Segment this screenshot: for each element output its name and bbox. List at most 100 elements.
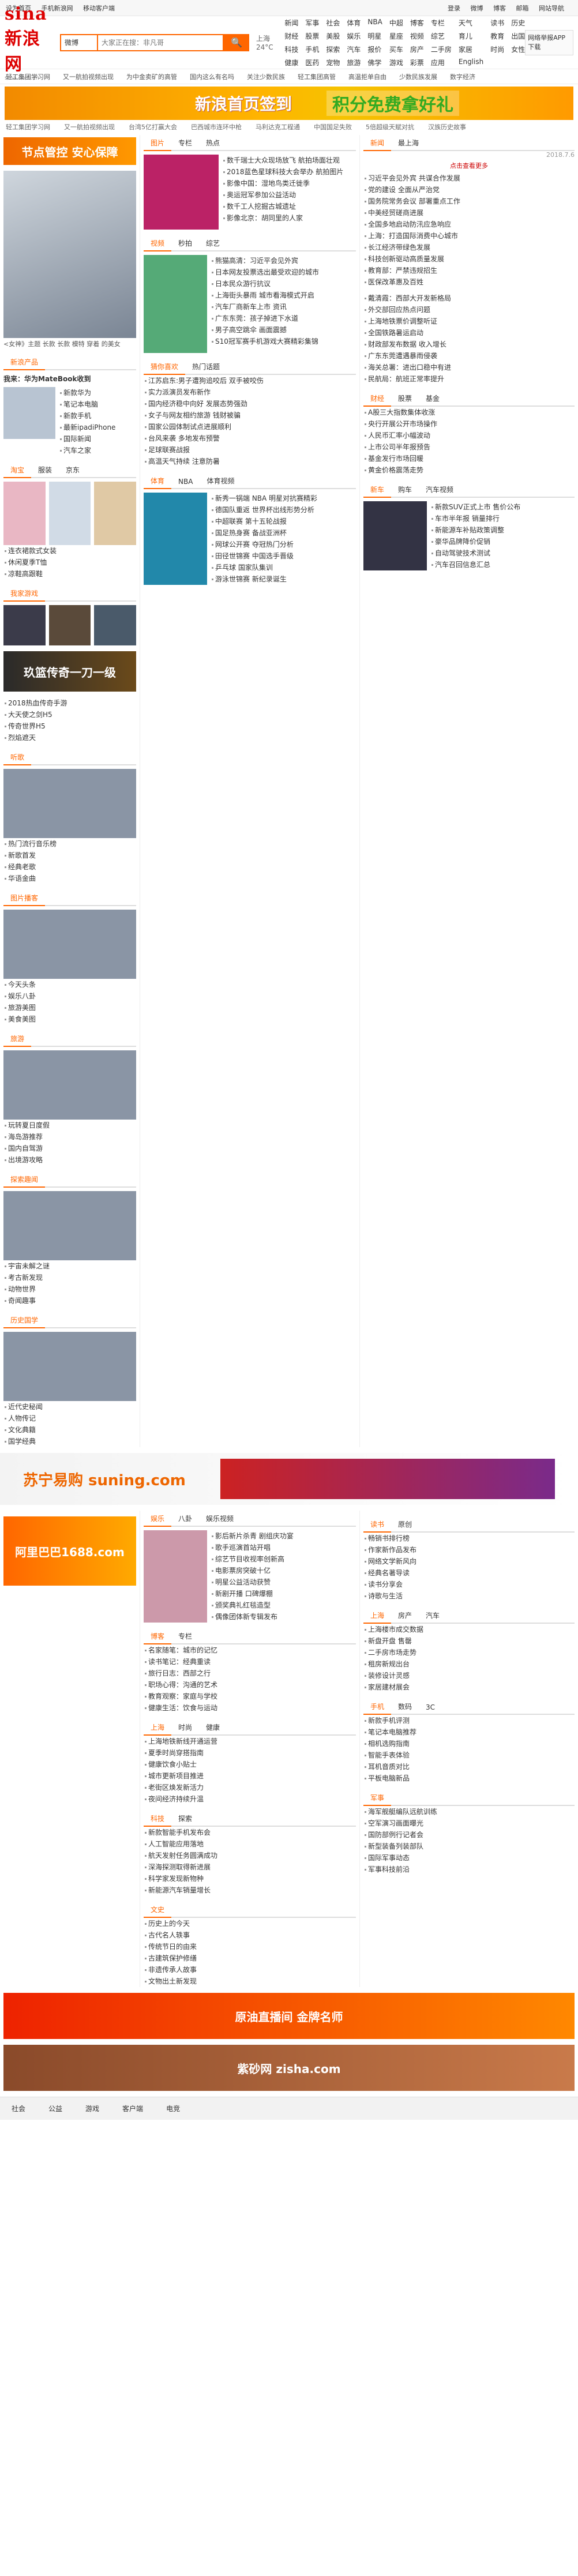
list-item[interactable]: 汽车之家 [59,445,136,456]
list-item[interactable]: 笔记本电脑 [59,399,136,410]
zisha-ad[interactable]: 紫砂网 zisha.com [3,2045,575,2091]
list-item[interactable]: 新剧开播 口碑爆棚 [211,1588,356,1599]
list-item[interactable]: 近代史秘闻 [3,1401,136,1413]
list-item[interactable]: 影像中国：湿地鸟类迁徙季 [222,178,356,189]
list-item[interactable]: 出境游攻略 [3,1154,136,1166]
tab-ent[interactable]: 娱乐 [144,1511,172,1527]
video-thumb[interactable] [144,255,207,353]
left-section-title[interactable]: 旅游 [3,1031,32,1047]
list-item[interactable]: 习近平会见外宾 共谋合作发展 [363,172,575,184]
nav-link[interactable]: 手机 [305,44,319,54]
left-section-title[interactable]: 听歌 [3,750,32,765]
mail-widget[interactable]: 网络举报APP下载 [525,29,573,55]
tab-auto[interactable]: 购车 [391,482,419,497]
nav-link[interactable]: 时尚 [490,44,504,54]
tab-hot[interactable]: 热门话题 [185,359,227,374]
list-item[interactable]: 明星公益活动获赞 [211,1576,356,1588]
tab-video[interactable]: 秒拍 [171,236,199,250]
footer-link[interactable]: 社会 [12,2104,25,2113]
shop-item-image[interactable] [48,482,91,545]
footer-link[interactable]: 游戏 [85,2104,99,2113]
tab-middle[interactable]: 图片 [144,136,172,151]
tab-house[interactable]: 汽车 [419,1608,446,1623]
list-item[interactable]: 凉鞋高跟鞋 [3,568,136,580]
tab-tech[interactable]: 探索 [171,1811,199,1826]
list-item[interactable]: 中美经贸磋商进展 [363,207,575,219]
list-item[interactable]: 职场心得：沟通的艺术 [144,1679,356,1691]
list-item[interactable]: 宇宙未解之谜 [3,1260,136,1272]
nav-link[interactable]: 汽车 [347,44,361,54]
nav-link[interactable]: 彩票 [410,58,424,67]
list-item[interactable]: 连衣裙款式女装 [3,545,136,557]
list-item[interactable]: 新歌首发 [3,850,136,861]
top-news-link[interactable]: 点击查看更多 [363,161,575,170]
tab-products[interactable]: 新浪产品 [3,355,46,370]
tab-finance[interactable]: 基金 [419,391,446,405]
list-item[interactable]: 财政部发布数据 收入增长 [363,339,575,350]
tab-right[interactable]: 新闻 [363,136,392,151]
link-row-item[interactable]: 高温拒单自由 [348,72,386,81]
list-item[interactable]: 上海：打造国际消费中心城市 [363,230,575,242]
list-item[interactable]: 装修设计灵感 [363,1670,575,1681]
list-item[interactable]: 田径世锦赛 中国选手晋级 [211,550,356,562]
list-item[interactable]: 读书笔记：经典重读 [144,1656,356,1668]
sports-photo[interactable] [144,493,207,585]
list-item[interactable]: 军事科技前沿 [363,1864,575,1875]
product-image[interactable] [3,387,55,439]
list-item[interactable]: 上市公司半年报预告 [363,441,575,453]
sub-link-item[interactable]: 汉族历史故事 [428,122,466,135]
list-item[interactable]: 传统节日的由来 [144,1941,356,1952]
list-item[interactable]: 日本民众游行抗议 [211,278,356,290]
list-item[interactable]: 平板电脑新品 [363,1773,575,1784]
shop-item-image[interactable] [94,482,136,545]
game-image[interactable] [3,605,46,645]
list-item[interactable]: 全国多地启动防汛应急响应 [363,219,575,230]
nav-link[interactable]: 中超 [389,18,403,28]
list-item[interactable]: 今天头条 [3,979,136,990]
list-item[interactable]: 科学家发现新物种 [144,1873,356,1884]
mail-link[interactable]: 邮箱 [516,5,529,12]
list-item[interactable]: 耳机音质对比 [363,1761,575,1773]
list-item[interactable]: 豪华品牌降价促销 [430,536,575,547]
nav-link[interactable]: 军事 [305,18,319,28]
tab-sh[interactable]: 时尚 [171,1720,199,1734]
nav-link[interactable]: 宠物 [326,58,340,67]
list-item[interactable]: 读书分享会 [363,1579,575,1590]
list-item[interactable]: 夏季时尚穿搭指南 [144,1747,356,1759]
link-row-item[interactable]: 国内这么有名吗 [190,72,234,81]
list-item[interactable]: 古代名人轶事 [144,1929,356,1941]
nav-link[interactable]: 财经 [284,31,298,41]
sub-link-item[interactable]: 马利达克工程通 [256,122,300,135]
list-item[interactable]: 偶像团体新专辑发布 [211,1611,356,1623]
list-item[interactable]: 影后新片杀青 剧组庆功宴 [211,1530,356,1542]
list-item[interactable]: 人工智能应用落地 [144,1838,356,1850]
nav-link[interactable]: 佛学 [367,58,382,67]
list-item[interactable]: 名家随笔：城市的记忆 [144,1644,356,1656]
left-section-title[interactable]: 历史国学 [3,1313,46,1328]
list-item[interactable]: 网络文学新风向 [363,1556,575,1567]
list-item[interactable]: 乒乓球 国家队集训 [211,562,356,573]
list-item[interactable]: 综艺节目收视率创新高 [211,1553,356,1565]
site-nav-link[interactable]: 网站导航 [539,5,564,12]
list-item[interactable]: 足球联赛战报 [144,444,356,456]
nav-link[interactable]: 医药 [305,58,319,67]
nav-link[interactable]: 历史 [511,18,525,28]
nav-link[interactable]: English [459,58,483,67]
search-type-select[interactable]: 微博 [60,33,97,51]
link-row-item[interactable]: 关注少数民族 [247,72,285,81]
list-item[interactable]: 作家新作品发布 [363,1544,575,1556]
sub-link-item[interactable]: 中国国足失败 [314,122,352,135]
list-item[interactable]: 国防部例行记者会 [363,1829,575,1841]
list-item[interactable]: 历史上的今天 [144,1918,356,1929]
sub-link-item[interactable]: 又一航拍视频出现 [64,122,115,135]
list-item[interactable]: 经典名著导读 [363,1567,575,1579]
nav-link[interactable]: NBA [367,18,382,28]
list-item[interactable]: 日本网友投票选出最受欢迎的城市 [211,266,356,278]
nav-link[interactable]: 旅游 [347,58,361,67]
tab-tech[interactable]: 科技 [144,1811,172,1827]
blog-link[interactable]: 博客 [493,5,506,12]
tab-auto[interactable]: 新车 [363,482,392,498]
list-item[interactable]: 夜间经济持续升温 [144,1793,356,1805]
left-section-image[interactable] [3,910,136,979]
feature-photo[interactable] [3,171,136,338]
